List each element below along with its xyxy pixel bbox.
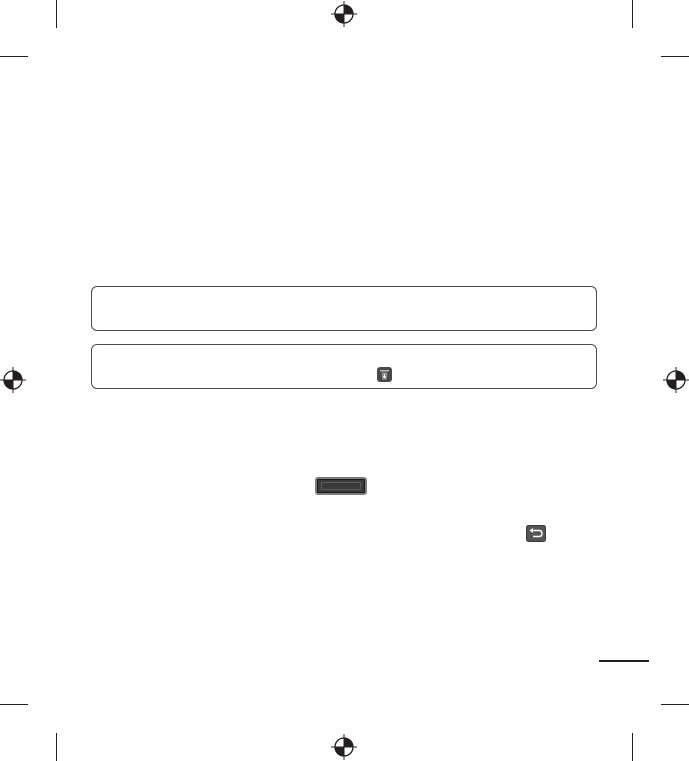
note-box [91, 344, 597, 389]
crop-mark-top-right-vertical [632, 0, 633, 28]
registration-target-icon [331, 734, 357, 760]
crop-mark-bottom-right-horizontal [661, 704, 689, 705]
crop-mark-top-left-vertical [56, 0, 57, 28]
page-number-rule [599, 660, 649, 662]
crop-mark-bottom-left-vertical [56, 733, 57, 761]
crop-mark-bottom-left-horizontal [0, 704, 28, 705]
crop-mark-top-left-horizontal [0, 56, 28, 57]
crop-mark-top-right-horizontal [661, 56, 689, 57]
registration-target-icon [0, 367, 26, 393]
note-box [91, 286, 597, 331]
crop-mark-bottom-right-vertical [632, 733, 633, 761]
registration-target-icon [331, 1, 357, 27]
registration-target-icon [663, 367, 689, 393]
menu-key-graphic [315, 477, 367, 495]
trash-icon [377, 367, 392, 382]
back-arrow-icon [526, 525, 546, 542]
